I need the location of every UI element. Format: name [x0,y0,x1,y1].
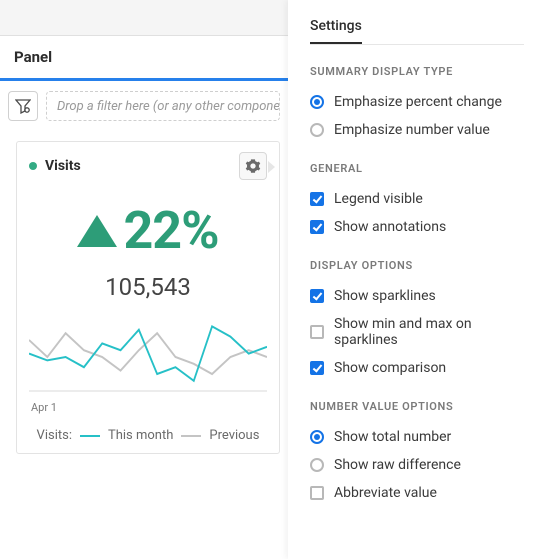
percent-change-summary: 22% [29,200,267,261]
opt-abbreviate[interactable]: Abbreviate value [310,479,524,507]
opt-show-raw-diff[interactable]: Show raw difference [310,451,524,479]
opt-emphasize-number[interactable]: Emphasize number value [310,116,524,144]
sparkline-legend: Visits: This month Previous [29,424,267,447]
x-axis-label: Apr 1 [29,397,267,424]
checkbox-icon [310,486,324,500]
opt-show-annotations[interactable]: Show annotations [310,213,524,241]
checkbox-icon [310,192,324,206]
legend-dot-icon [29,162,37,170]
funnel-icon [15,98,31,114]
opt-show-minmax[interactable]: Show min and max on sparklines [310,310,524,354]
number-value: 105,543 [29,273,267,301]
filter-drop-placeholder: Drop a filter here (or any other compone [57,99,280,114]
section-number-value-options: NUMBER VALUE OPTIONS [310,400,524,413]
app-topbar [0,0,288,36]
radio-icon [310,95,324,109]
checkbox-icon [310,325,324,339]
legend-previous-label: Previous [209,428,259,443]
radio-icon [310,123,324,137]
viz-settings-button[interactable] [239,152,267,180]
tab-settings[interactable]: Settings [310,14,362,44]
opt-legend-visible[interactable]: Legend visible [310,185,524,213]
panel-header: Panel [0,36,288,81]
filter-button[interactable] [8,91,38,121]
legend-current-label: This month [108,428,173,443]
opt-show-comparison[interactable]: Show comparison [310,354,524,382]
viz-title: Visits [45,158,81,174]
settings-panel: Settings SUMMARY DISPLAY TYPE Emphasize … [288,0,534,559]
gear-icon [245,158,261,174]
radio-icon [310,430,324,444]
legend-line-current-icon [80,435,100,437]
opt-emphasize-percent[interactable]: Emphasize percent change [310,88,524,116]
section-display-options: DISPLAY OPTIONS [310,259,524,272]
radio-icon [310,458,324,472]
checkbox-icon [310,220,324,234]
panel-title: Panel [14,48,274,66]
checkbox-icon [310,361,324,375]
summary-visualization: Visits 22% 105,543 Apr 1 Visits: This mo… [16,141,280,454]
checkbox-icon [310,289,324,303]
section-summary-display-type: SUMMARY DISPLAY TYPE [310,65,524,78]
opt-show-sparklines[interactable]: Show sparklines [310,282,524,310]
section-general: GENERAL [310,162,524,175]
up-triangle-icon [77,215,117,247]
legend-line-previous-icon [181,435,201,437]
percent-change-value: 22% [123,200,218,261]
opt-show-total[interactable]: Show total number [310,423,524,451]
legend-prefix: Visits: [37,428,72,443]
filter-drop-zone[interactable]: Drop a filter here (or any other compone [46,91,280,121]
sparkline-chart [29,323,267,397]
